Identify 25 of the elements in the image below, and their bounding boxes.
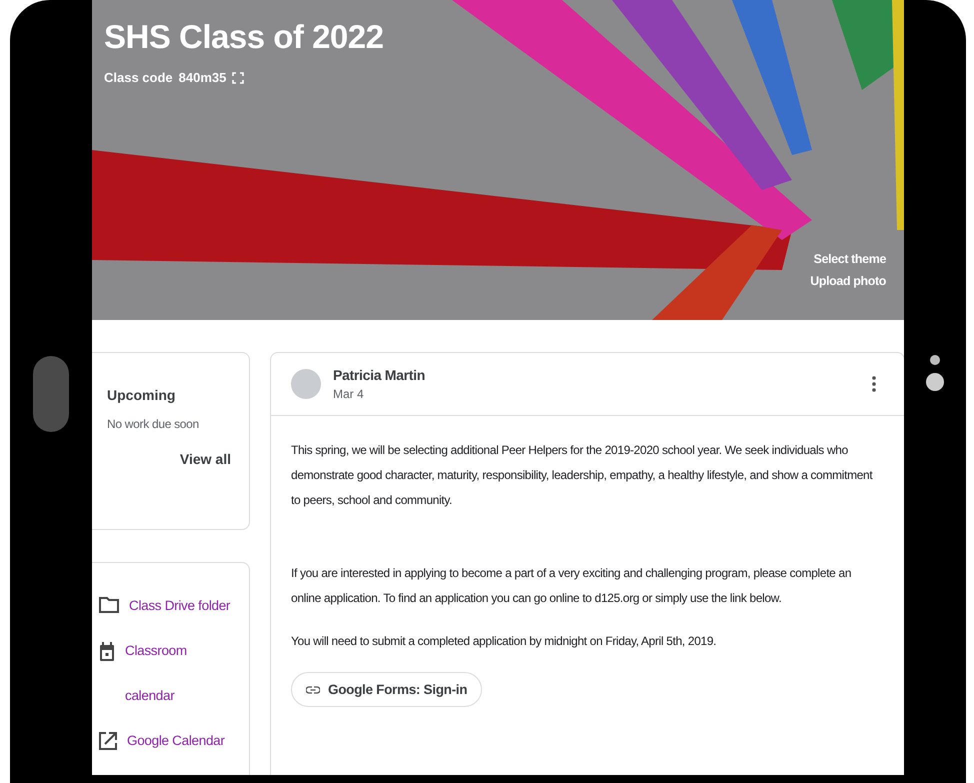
post-paragraph: This spring, we will be selecting additional Peer Helpers for the 2019-2020 school year. We seek individuals who demonstrate good character, maturity, responsibility, leadership, empathy, a healthy lifestyle, and show a commitment to peers, school and community. bbox=[291, 442, 874, 509]
post-paragraph: You will need to submit a completed application by midnight on Friday, April 5th, 2019. bbox=[291, 633, 718, 650]
home-button[interactable] bbox=[33, 356, 69, 432]
class-link[interactable]: Classroom calendar bbox=[125, 628, 233, 718]
post-date: Mar 4 bbox=[333, 387, 365, 401]
external-link-icon bbox=[99, 732, 117, 750]
fullscreen-icon[interactable] bbox=[232, 72, 244, 84]
avatar-photo bbox=[291, 369, 321, 399]
camera-dot bbox=[930, 355, 940, 365]
upcoming-message: No work due soon bbox=[107, 417, 200, 431]
class-link[interactable]: Google Calendar bbox=[127, 718, 235, 763]
calendar-icon bbox=[99, 642, 115, 662]
link-icon bbox=[306, 686, 320, 694]
class-link[interactable]: Class Drive folder bbox=[129, 583, 237, 628]
class-code-label: Class code bbox=[104, 70, 173, 85]
folder-icon bbox=[99, 597, 119, 613]
author-name: Patricia Martin bbox=[333, 367, 426, 383]
sensor-dot bbox=[926, 373, 944, 391]
post-paragraph: If you are interested in applying to become a part of a very exciting and challenging program, please complete an online application. To find an application you can go online to d125.org or simply use the link below. bbox=[291, 565, 852, 607]
class-code: 840m35 bbox=[178, 70, 226, 85]
class-title: SHS Class of 2022 bbox=[104, 18, 384, 56]
more-options-icon[interactable] bbox=[872, 376, 876, 392]
view-all-link[interactable]: View all bbox=[180, 451, 231, 467]
upcoming-title: Upcoming bbox=[107, 387, 176, 403]
attachment-chip[interactable]: Google Forms: Sign-in bbox=[291, 672, 482, 707]
